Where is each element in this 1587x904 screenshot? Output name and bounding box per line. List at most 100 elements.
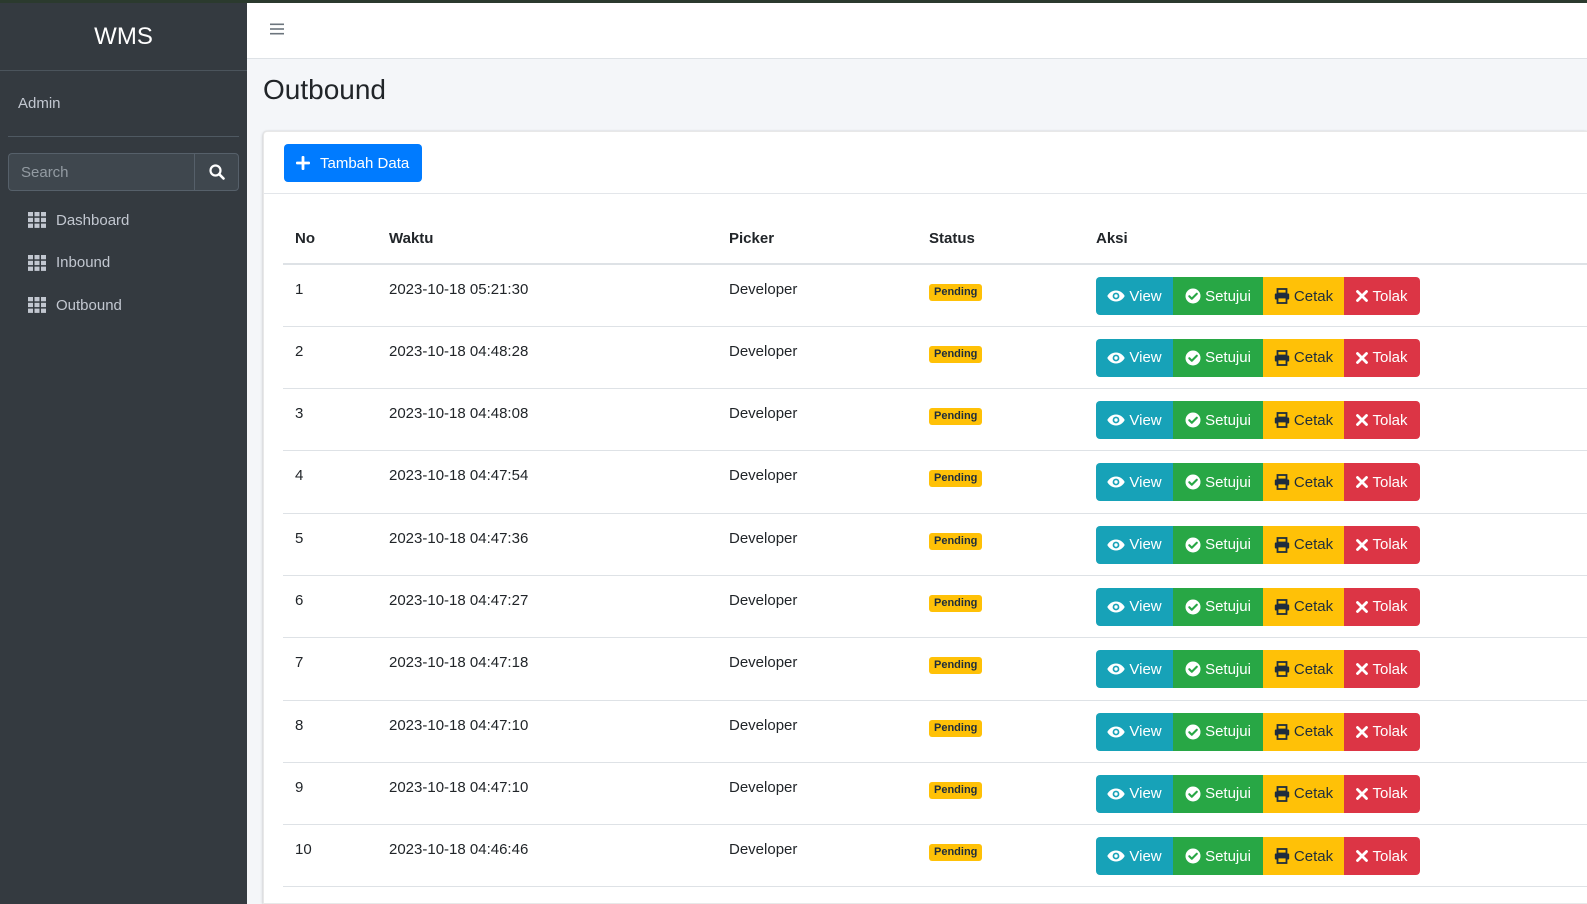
approve-label: Setujui (1205, 785, 1251, 803)
plus-icon (296, 156, 310, 170)
sidebar-item-inbound[interactable]: Inbound (0, 242, 247, 285)
print-button[interactable]: Cetak (1263, 463, 1344, 502)
view-label: View (1129, 536, 1162, 554)
approve-label: Setujui (1205, 660, 1251, 678)
view-label: View (1129, 723, 1162, 741)
cell-actions: View Setujui Cetak Tolak (1084, 762, 1587, 826)
sidebar-item-dashboard[interactable]: Dashboard (0, 199, 247, 242)
reject-button[interactable]: Tolak (1344, 463, 1420, 502)
view-button[interactable]: View (1096, 774, 1173, 813)
search-input[interactable] (8, 153, 194, 191)
reject-button[interactable]: Tolak (1344, 774, 1420, 813)
outbound-card: Tambah Data No Waktu Picker Status Aksi … (263, 131, 1587, 904)
print-button[interactable]: Cetak (1263, 712, 1344, 751)
table-row: 9 2023-10-18 04:47:10 Developer Pending View… (283, 762, 1587, 826)
check-circle-icon (1185, 848, 1201, 864)
user-panel[interactable]: Admin (8, 71, 239, 137)
sidebar-item-label: Inbound (56, 254, 111, 272)
reject-button[interactable]: Tolak (1344, 712, 1420, 751)
sidebar-item-outbound[interactable]: Outbound (0, 284, 247, 327)
approve-button[interactable]: Setujui (1173, 774, 1263, 813)
approve-label: Setujui (1205, 536, 1251, 554)
print-button[interactable]: Cetak (1263, 525, 1344, 564)
cell-no: 1 (283, 264, 377, 327)
view-button[interactable]: View (1096, 837, 1173, 876)
card-header: Tambah Data (264, 132, 1587, 194)
print-button[interactable]: Cetak (1263, 277, 1344, 315)
cell-picker: Developer (717, 762, 917, 826)
reject-button[interactable]: Tolak (1344, 837, 1420, 876)
reject-button[interactable]: Tolak (1344, 650, 1420, 689)
print-label: Cetak (1293, 785, 1334, 803)
approve-button[interactable]: Setujui (1173, 338, 1263, 377)
search-button[interactable] (194, 153, 239, 191)
user-name[interactable]: Admin (18, 95, 61, 112)
view-button[interactable]: View (1096, 338, 1173, 377)
cell-actions: View Setujui Cetak Tolak (1084, 700, 1587, 763)
print-button[interactable]: Cetak (1263, 401, 1344, 440)
hamburger-icon[interactable] (269, 22, 285, 36)
close-icon (1356, 290, 1369, 302)
cell-picker: Developer (717, 513, 917, 576)
print-label: Cetak (1293, 287, 1334, 305)
view-label: View (1129, 287, 1162, 305)
eye-icon (1107, 352, 1126, 364)
print-button[interactable]: Cetak (1263, 587, 1344, 626)
view-button[interactable]: View (1096, 712, 1173, 751)
action-button-group: View Setujui Cetak Tolak (1096, 525, 1420, 564)
add-data-button[interactable]: Tambah Data (284, 144, 423, 182)
reject-button[interactable]: Tolak (1344, 587, 1420, 626)
approve-button[interactable]: Setujui (1173, 837, 1263, 876)
print-button[interactable]: Cetak (1263, 774, 1344, 813)
view-button[interactable]: View (1096, 401, 1173, 440)
view-button[interactable]: View (1096, 525, 1173, 564)
cell-picker: Developer (717, 637, 917, 701)
cell-no: 6 (283, 575, 377, 639)
action-button-group: View Setujui Cetak Tolak (1096, 774, 1420, 813)
approve-button[interactable]: Setujui (1173, 463, 1263, 502)
view-button[interactable]: View (1096, 650, 1173, 689)
cell-picker: Developer (717, 388, 917, 452)
action-button-group: View Setujui Cetak Tolak (1096, 650, 1420, 689)
outbound-table: No Waktu Picker Status Aksi 1 2023-10-18 … (283, 214, 1587, 888)
reject-button[interactable]: Tolak (1344, 401, 1420, 440)
print-button[interactable]: Cetak (1263, 650, 1344, 689)
print-button[interactable]: Cetak (1263, 338, 1344, 377)
reject-label: Tolak (1372, 785, 1408, 803)
view-label: View (1129, 411, 1162, 429)
print-button[interactable]: Cetak (1263, 837, 1344, 876)
table-row: 3 2023-10-18 04:48:08 Developer Pending View… (283, 388, 1587, 452)
check-circle-icon (1185, 724, 1201, 740)
brand-logo[interactable]: WMS (0, 0, 247, 71)
approve-button[interactable]: Setujui (1173, 525, 1263, 564)
sidebar-search (8, 153, 239, 191)
approve-button[interactable]: Setujui (1173, 277, 1263, 315)
view-button[interactable]: View (1096, 277, 1173, 315)
cell-waktu: 2023-10-18 04:47:10 (377, 762, 717, 826)
reject-button[interactable]: Tolak (1344, 277, 1420, 315)
action-button-group: View Setujui Cetak Tolak (1096, 338, 1420, 377)
top-border (0, 0, 1587, 3)
approve-button[interactable]: Setujui (1173, 650, 1263, 689)
table-row: 5 2023-10-18 04:47:36 Developer Pending View… (283, 513, 1587, 576)
eye-icon (1107, 539, 1126, 551)
reject-button[interactable]: Tolak (1344, 525, 1420, 564)
approve-button[interactable]: Setujui (1173, 712, 1263, 751)
approve-label: Setujui (1205, 723, 1251, 741)
view-button[interactable]: View (1096, 463, 1173, 502)
check-circle-icon (1185, 786, 1201, 802)
cell-no: 8 (283, 700, 377, 763)
view-button[interactable]: View (1096, 587, 1173, 626)
cell-actions: View Setujui Cetak Tolak (1084, 824, 1587, 888)
table-row: 10 2023-10-18 04:46:46 Developer Pending Vie… (283, 824, 1587, 888)
reject-button[interactable]: Tolak (1344, 338, 1420, 377)
eye-icon (1107, 726, 1126, 738)
eye-icon (1107, 476, 1126, 488)
approve-button[interactable]: Setujui (1173, 401, 1263, 440)
cell-picker: Developer (717, 326, 917, 390)
approve-button[interactable]: Setujui (1173, 587, 1263, 626)
print-icon (1274, 474, 1290, 491)
status-badge: Pending (929, 345, 983, 363)
view-label: View (1129, 349, 1162, 367)
approve-label: Setujui (1205, 473, 1251, 491)
